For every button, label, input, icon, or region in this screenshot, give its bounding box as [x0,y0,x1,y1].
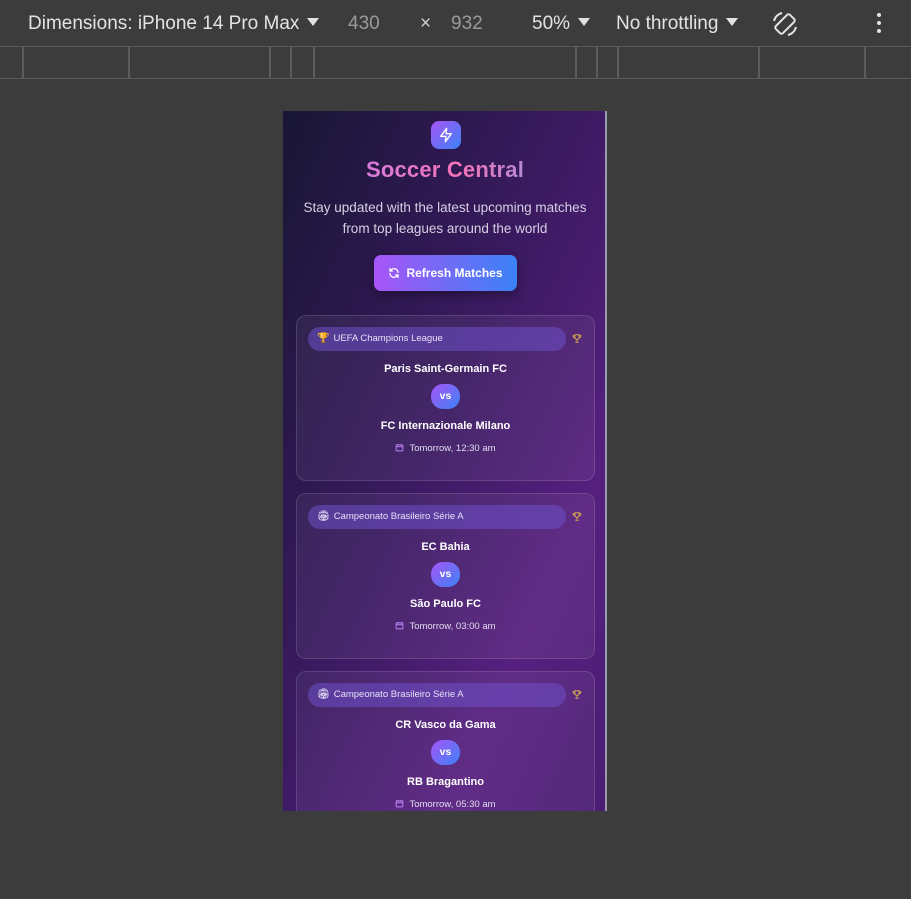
match-card[interactable]: 🏟 Campeonato Brasileiro Série A EC Bahia … [296,493,595,659]
league-badge: 🏟 Campeonato Brasileiro Série A [308,505,566,529]
rotate-icon [773,12,797,36]
device-select-label: Dimensions: iPhone 14 Pro Max [28,13,300,34]
page-subtitle: Stay updated with the latest upcoming ma… [303,200,587,236]
match-time-label: Tomorrow, 03:00 am [409,621,496,632]
more-options-icon[interactable] [870,13,888,35]
league-badge: 🏆 UEFA Champions League [308,327,566,351]
home-team: EC Bahia [421,541,470,553]
rotate-button[interactable] [770,9,800,36]
league-name: Campeonato Brasileiro Série A [333,689,464,700]
device-viewport: Soccer Central Stay updated with the lat… [283,111,607,811]
height-input[interactable]: 932 [451,11,483,37]
match-card[interactable]: 🏆 UEFA Champions League Paris Saint-Germa… [296,315,595,481]
app-logo [431,121,461,149]
zoom-select[interactable]: 50% [532,11,591,37]
zoom-value: 50% [532,13,571,34]
throttling-value: No throttling [616,13,719,34]
away-team: São Paulo FC [410,598,481,610]
throttling-select[interactable]: No throttling [616,11,739,37]
away-team: RB Bragantino [407,776,484,788]
vs-badge: vs [431,384,460,409]
home-team: Paris Saint-Germain FC [384,363,507,375]
league-emoji: 🏟 [317,689,330,700]
league-emoji: 🏟 [317,511,330,522]
league-emoji: 🏆 [317,333,330,344]
match-time-label: Tomorrow, 12:30 am [409,443,496,454]
media-query-ruler[interactable] [0,47,911,79]
trophy-icon [572,690,582,699]
vs-badge: vs [431,740,460,765]
calendar-icon [396,622,404,630]
league-name: UEFA Champions League [333,333,443,344]
match-time: Tomorrow, 05:30 am [297,799,594,810]
vs-badge: vs [431,562,460,587]
width-input[interactable]: 430 [348,11,380,37]
trophy-icon [572,334,582,343]
refresh-matches-button[interactable]: Refresh Matches [374,255,517,291]
match-time: Tomorrow, 12:30 am [297,443,594,454]
page-title: Soccer Central [283,157,607,183]
league-badge: 🏟 Campeonato Brasileiro Série A [308,683,566,707]
lightning-icon [440,127,452,143]
match-time: Tomorrow, 03:00 am [297,621,594,632]
chevron-down-icon [726,17,739,26]
calendar-icon [396,444,404,452]
league-name: Campeonato Brasileiro Série A [333,511,464,522]
device-select[interactable]: Dimensions: iPhone 14 Pro Max [28,11,320,37]
trophy-icon [572,512,582,521]
calendar-icon [396,800,404,808]
match-card[interactable]: 🏟 Campeonato Brasileiro Série A CR Vasco … [296,671,595,811]
chevron-down-icon [578,17,591,26]
devtools-device-toolbar: Dimensions: iPhone 14 Pro Max 430 × 932 … [0,0,911,47]
chevron-down-icon [307,17,320,26]
home-team: CR Vasco da Gama [395,719,496,731]
match-time-label: Tomorrow, 05:30 am [409,799,496,810]
refresh-icon [389,267,400,278]
refresh-label: Refresh Matches [406,266,503,280]
away-team: FC Internazionale Milano [380,420,511,432]
times-symbol: × [420,13,432,34]
